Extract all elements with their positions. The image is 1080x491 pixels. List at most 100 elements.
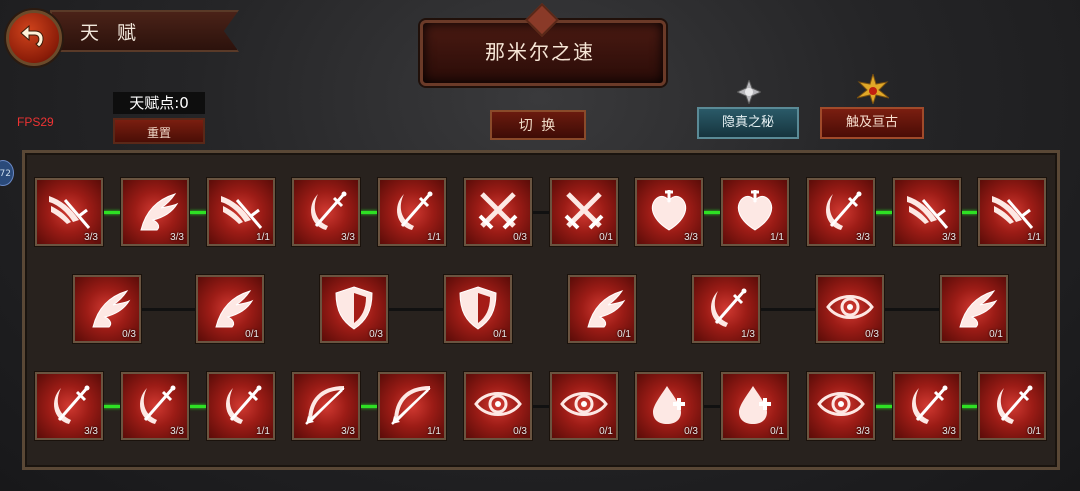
talent-node[interactable]: 0/1 bbox=[196, 275, 264, 343]
wing-icon bbox=[587, 290, 626, 328]
talent-node[interactable]: 3/3 bbox=[292, 372, 360, 440]
talent-node[interactable]: 0/1 bbox=[721, 372, 789, 440]
talent-node[interactable]: 0/1 bbox=[550, 178, 618, 246]
slash-sword-icon bbox=[140, 385, 176, 424]
slash-sword-icon bbox=[711, 288, 747, 327]
page-title: 天 赋 bbox=[80, 22, 143, 44]
talent-node[interactable]: 1/3 bbox=[692, 275, 760, 343]
wing-icon bbox=[959, 290, 998, 328]
slash-sword-icon bbox=[226, 385, 262, 424]
gold-crest-icon bbox=[857, 74, 889, 104]
slash-sword-icon bbox=[826, 191, 862, 230]
wing-sword-icon bbox=[49, 196, 91, 229]
talent-link-active bbox=[875, 405, 893, 408]
side-indicator[interactable]: 72 bbox=[0, 160, 14, 186]
talent-level: 0/1 bbox=[989, 329, 1003, 340]
talent-link-active bbox=[360, 405, 378, 408]
bow-icon bbox=[305, 386, 345, 425]
talent-node[interactable]: 1/1 bbox=[378, 372, 446, 440]
talent-link-active bbox=[103, 405, 121, 408]
switch-button[interactable]: 切 换 bbox=[490, 110, 586, 140]
talent-level: 0/3 bbox=[122, 329, 136, 340]
talent-link-active bbox=[189, 211, 207, 214]
talent-level: 1/1 bbox=[427, 426, 441, 437]
crossed-swords-icon bbox=[564, 192, 604, 230]
talent-node[interactable]: 3/3 bbox=[121, 372, 189, 440]
talent-level: 3/3 bbox=[942, 232, 956, 243]
talent-level: 0/3 bbox=[865, 329, 879, 340]
talent-level: 1/1 bbox=[256, 232, 270, 243]
fps-counter: FPS29 bbox=[17, 115, 54, 129]
wing-icon bbox=[92, 290, 131, 328]
talent-points: 天赋点:0 bbox=[113, 92, 205, 114]
eye-icon bbox=[826, 295, 874, 319]
talent-level: 1/3 bbox=[741, 329, 755, 340]
talent-node[interactable]: 0/3 bbox=[73, 275, 141, 343]
talent-node[interactable]: 0/1 bbox=[550, 372, 618, 440]
wing-sword-icon bbox=[992, 196, 1034, 229]
talent-level: 0/3 bbox=[513, 426, 527, 437]
reset-button[interactable]: 重置 bbox=[113, 118, 205, 144]
wing-icon bbox=[140, 193, 179, 231]
talent-node[interactable]: 3/3 bbox=[807, 372, 875, 440]
bow-icon bbox=[391, 386, 431, 425]
talent-level: 0/1 bbox=[770, 426, 784, 437]
blood-drop-icon bbox=[739, 386, 771, 424]
talent-node[interactable]: 0/1 bbox=[978, 372, 1046, 440]
talent-level: 0/1 bbox=[617, 329, 631, 340]
back-button[interactable] bbox=[6, 10, 62, 66]
back-arrow-icon bbox=[20, 24, 44, 48]
talent-level: 0/1 bbox=[245, 329, 259, 340]
talent-link-inactive bbox=[388, 308, 444, 311]
talent-node[interactable]: 0/3 bbox=[464, 372, 532, 440]
talent-link-active bbox=[961, 405, 978, 408]
talent-node[interactable]: 3/3 bbox=[121, 178, 189, 246]
talent-link-inactive bbox=[760, 308, 816, 311]
talent-link-inactive bbox=[884, 308, 940, 311]
slash-sword-icon bbox=[397, 191, 433, 230]
mode-button-touch-ancient[interactable]: 触及亘古 bbox=[820, 107, 924, 139]
talent-node[interactable]: 0/1 bbox=[444, 275, 512, 343]
talent-node[interactable]: 3/3 bbox=[635, 178, 703, 246]
talent-node[interactable]: 3/3 bbox=[292, 178, 360, 246]
talent-node[interactable]: 3/3 bbox=[35, 178, 103, 246]
talent-node[interactable]: 1/1 bbox=[207, 372, 275, 440]
talent-node[interactable]: 0/3 bbox=[635, 372, 703, 440]
talent-node[interactable]: 1/1 bbox=[978, 178, 1046, 246]
talent-link-active bbox=[703, 211, 721, 214]
eye-icon bbox=[474, 392, 522, 416]
talent-level: 3/3 bbox=[684, 232, 698, 243]
eye-icon bbox=[560, 392, 608, 416]
slash-sword-icon bbox=[54, 385, 90, 424]
talent-level: 0/1 bbox=[493, 329, 507, 340]
blood-drop-icon bbox=[653, 386, 685, 424]
mode-button-hidden-truth[interactable]: 隐真之秘 bbox=[697, 107, 799, 139]
heart-icon bbox=[737, 190, 773, 231]
talent-node[interactable]: 1/1 bbox=[378, 178, 446, 246]
talent-node[interactable]: 1/1 bbox=[207, 178, 275, 246]
talent-level: 1/1 bbox=[770, 232, 784, 243]
talent-level: 3/3 bbox=[942, 426, 956, 437]
talent-level: 3/3 bbox=[856, 232, 870, 243]
heart-icon bbox=[651, 190, 687, 231]
talent-node[interactable]: 3/3 bbox=[893, 372, 961, 440]
talent-node[interactable]: 1/1 bbox=[721, 178, 789, 246]
talent-node[interactable]: 0/3 bbox=[816, 275, 884, 343]
slash-sword-icon bbox=[311, 191, 347, 230]
talent-link-active bbox=[875, 211, 893, 214]
talent-node[interactable]: 0/1 bbox=[568, 275, 636, 343]
talent-node[interactable]: 3/3 bbox=[35, 372, 103, 440]
talent-level: 0/3 bbox=[369, 329, 383, 340]
talent-link-inactive bbox=[141, 308, 196, 311]
talent-link-active bbox=[103, 211, 121, 214]
talent-node[interactable]: 0/1 bbox=[940, 275, 1008, 343]
silver-crest-icon bbox=[737, 80, 761, 104]
talent-link-active bbox=[961, 211, 978, 214]
talent-level: 0/1 bbox=[599, 426, 613, 437]
talent-level: 1/1 bbox=[256, 426, 270, 437]
talent-node[interactable]: 0/3 bbox=[464, 178, 532, 246]
talent-node[interactable]: 3/3 bbox=[893, 178, 961, 246]
talent-node[interactable]: 3/3 bbox=[807, 178, 875, 246]
talent-node[interactable]: 0/3 bbox=[320, 275, 388, 343]
shield-icon bbox=[459, 286, 497, 330]
